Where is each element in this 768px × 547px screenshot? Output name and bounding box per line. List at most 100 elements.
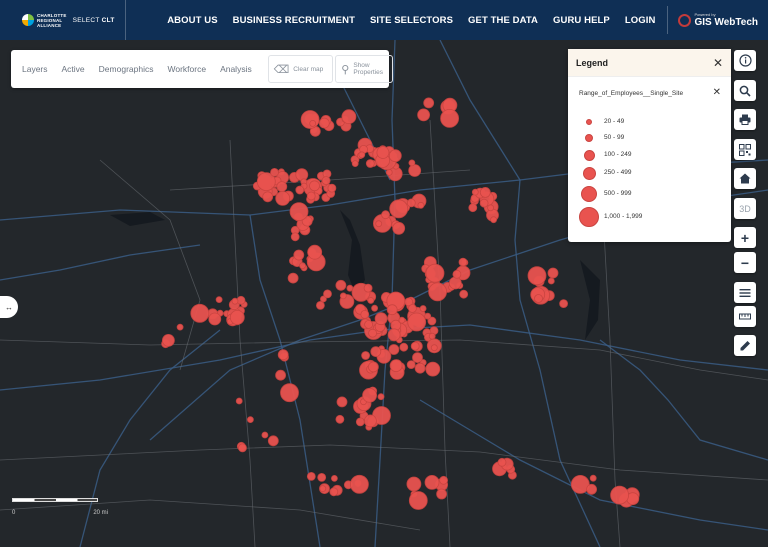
show-properties-button[interactable]: ⚲ Show Properties: [335, 55, 394, 83]
home-button[interactable]: [734, 168, 756, 189]
employer-point: [589, 474, 597, 482]
employer-point: [261, 431, 269, 439]
employer-point: [389, 199, 409, 219]
alliance-logo-icon: [22, 14, 34, 26]
employer-point: [387, 328, 401, 342]
gis-globe-icon: [678, 13, 692, 27]
employer-point: [309, 180, 320, 192]
tab-demographics[interactable]: Demographics: [99, 64, 154, 74]
clear-map-button[interactable]: ⌫ Clear map: [267, 55, 334, 83]
employer-point: [318, 117, 330, 129]
zoom-in-icon: +: [740, 229, 750, 246]
employer-point: [425, 361, 441, 377]
legend-title: Legend: [576, 57, 609, 68]
3d-label: 3D: [739, 203, 751, 214]
employer-point: [428, 282, 448, 302]
employer-point: [487, 204, 495, 212]
employer-point: [479, 186, 491, 198]
nav-business-recruitment[interactable]: BUSINESS RECRUITMENT: [233, 15, 355, 26]
search-button[interactable]: [734, 80, 756, 101]
employer-point: [351, 160, 359, 167]
employer-point: [412, 352, 423, 364]
employer-point: [468, 203, 478, 213]
info-button[interactable]: [734, 50, 756, 71]
employer-point: [276, 181, 288, 193]
employer-point: [295, 168, 309, 182]
employer-point: [406, 476, 422, 492]
legend-layer-name: Range_of_Employees__Single_Site: [579, 90, 684, 97]
employer-point: [424, 312, 432, 320]
employer-point: [315, 300, 325, 310]
employer-point: [367, 297, 375, 304]
brand-logo[interactable]: CHARLOTTE REGIONAL ALLIANCE SELECT CLT: [0, 0, 126, 40]
employer-point: [408, 159, 416, 167]
nav-get-the-data[interactable]: GET THE DATA: [468, 15, 538, 26]
3d-toggle-button[interactable]: 3D: [734, 198, 756, 219]
employer-point: [419, 305, 427, 312]
employer-point: [327, 183, 337, 193]
employer-point: [448, 276, 462, 290]
zoom-out-button[interactable]: −: [734, 252, 756, 273]
employer-point: [417, 108, 431, 122]
measure-button[interactable]: [734, 306, 756, 327]
employer-point: [534, 294, 543, 303]
employer-point: [408, 491, 428, 510]
nav-login[interactable]: LOGIN: [625, 15, 656, 26]
employer-point: [287, 272, 299, 284]
employer-point: [306, 191, 316, 201]
employer-point: [176, 323, 184, 331]
employer-point: [309, 120, 317, 127]
measure-icon: [739, 313, 751, 320]
employer-point: [363, 414, 377, 428]
tab-workforce[interactable]: Workforce: [167, 64, 206, 74]
employer-point: [439, 475, 449, 485]
tab-active[interactable]: Active: [62, 64, 85, 74]
map-toolbar: Layers Active Demographics Workforce Ana…: [11, 50, 394, 88]
legend-class-label: 1,000 - 1,999: [604, 213, 643, 220]
legend-close-icon[interactable]: ✕: [713, 57, 723, 69]
legend-class-dot: [586, 119, 592, 125]
employer-point: [355, 417, 365, 427]
employer-point: [300, 110, 320, 129]
employer-point: [370, 346, 382, 358]
layers-button[interactable]: [734, 282, 756, 303]
employer-point: [358, 151, 366, 159]
employer-point: [365, 159, 375, 168]
expand-arrows-icon: ↔: [5, 302, 13, 312]
legend-class-dot: [582, 166, 596, 180]
layer-remove-icon[interactable]: ✕: [713, 87, 721, 99]
qr-button[interactable]: [734, 139, 756, 160]
employer-point: [262, 191, 274, 203]
zoom-in-button[interactable]: +: [734, 227, 756, 248]
employer-point: [229, 309, 245, 325]
employer-point: [317, 472, 327, 482]
employer-point: [363, 283, 373, 293]
employer-point: [235, 397, 243, 405]
employer-point: [270, 167, 279, 177]
nav-site-selectors[interactable]: SITE SELECTORS: [370, 15, 453, 26]
gis-webtech-logo[interactable]: Powered by GIS WebTech: [667, 6, 758, 34]
employer-point: [547, 267, 559, 279]
employer-point: [362, 387, 378, 403]
employer-point: [289, 202, 309, 222]
employer-point: [246, 416, 254, 424]
employer-point: [341, 109, 357, 125]
employer-point: [490, 216, 498, 224]
tab-analysis[interactable]: Analysis: [220, 64, 252, 74]
nav-guru-help[interactable]: GURU HELP: [553, 15, 610, 26]
employer-point: [377, 393, 385, 401]
lake-tillery: [580, 260, 600, 340]
employer-point: [389, 359, 403, 373]
print-button[interactable]: [734, 109, 756, 130]
employer-point: [440, 109, 460, 128]
employer-point: [364, 320, 374, 329]
highway-line: [0, 244, 201, 281]
scale-end: 20 mi: [93, 510, 108, 516]
employer-point: [430, 344, 438, 352]
tab-layers[interactable]: Layers: [22, 64, 48, 74]
draw-button[interactable]: [734, 335, 756, 356]
nav-about-us[interactable]: ABOUT US: [167, 15, 217, 26]
employer-point: [414, 362, 426, 374]
draw-icon: [740, 340, 750, 350]
employer-point: [586, 483, 597, 495]
